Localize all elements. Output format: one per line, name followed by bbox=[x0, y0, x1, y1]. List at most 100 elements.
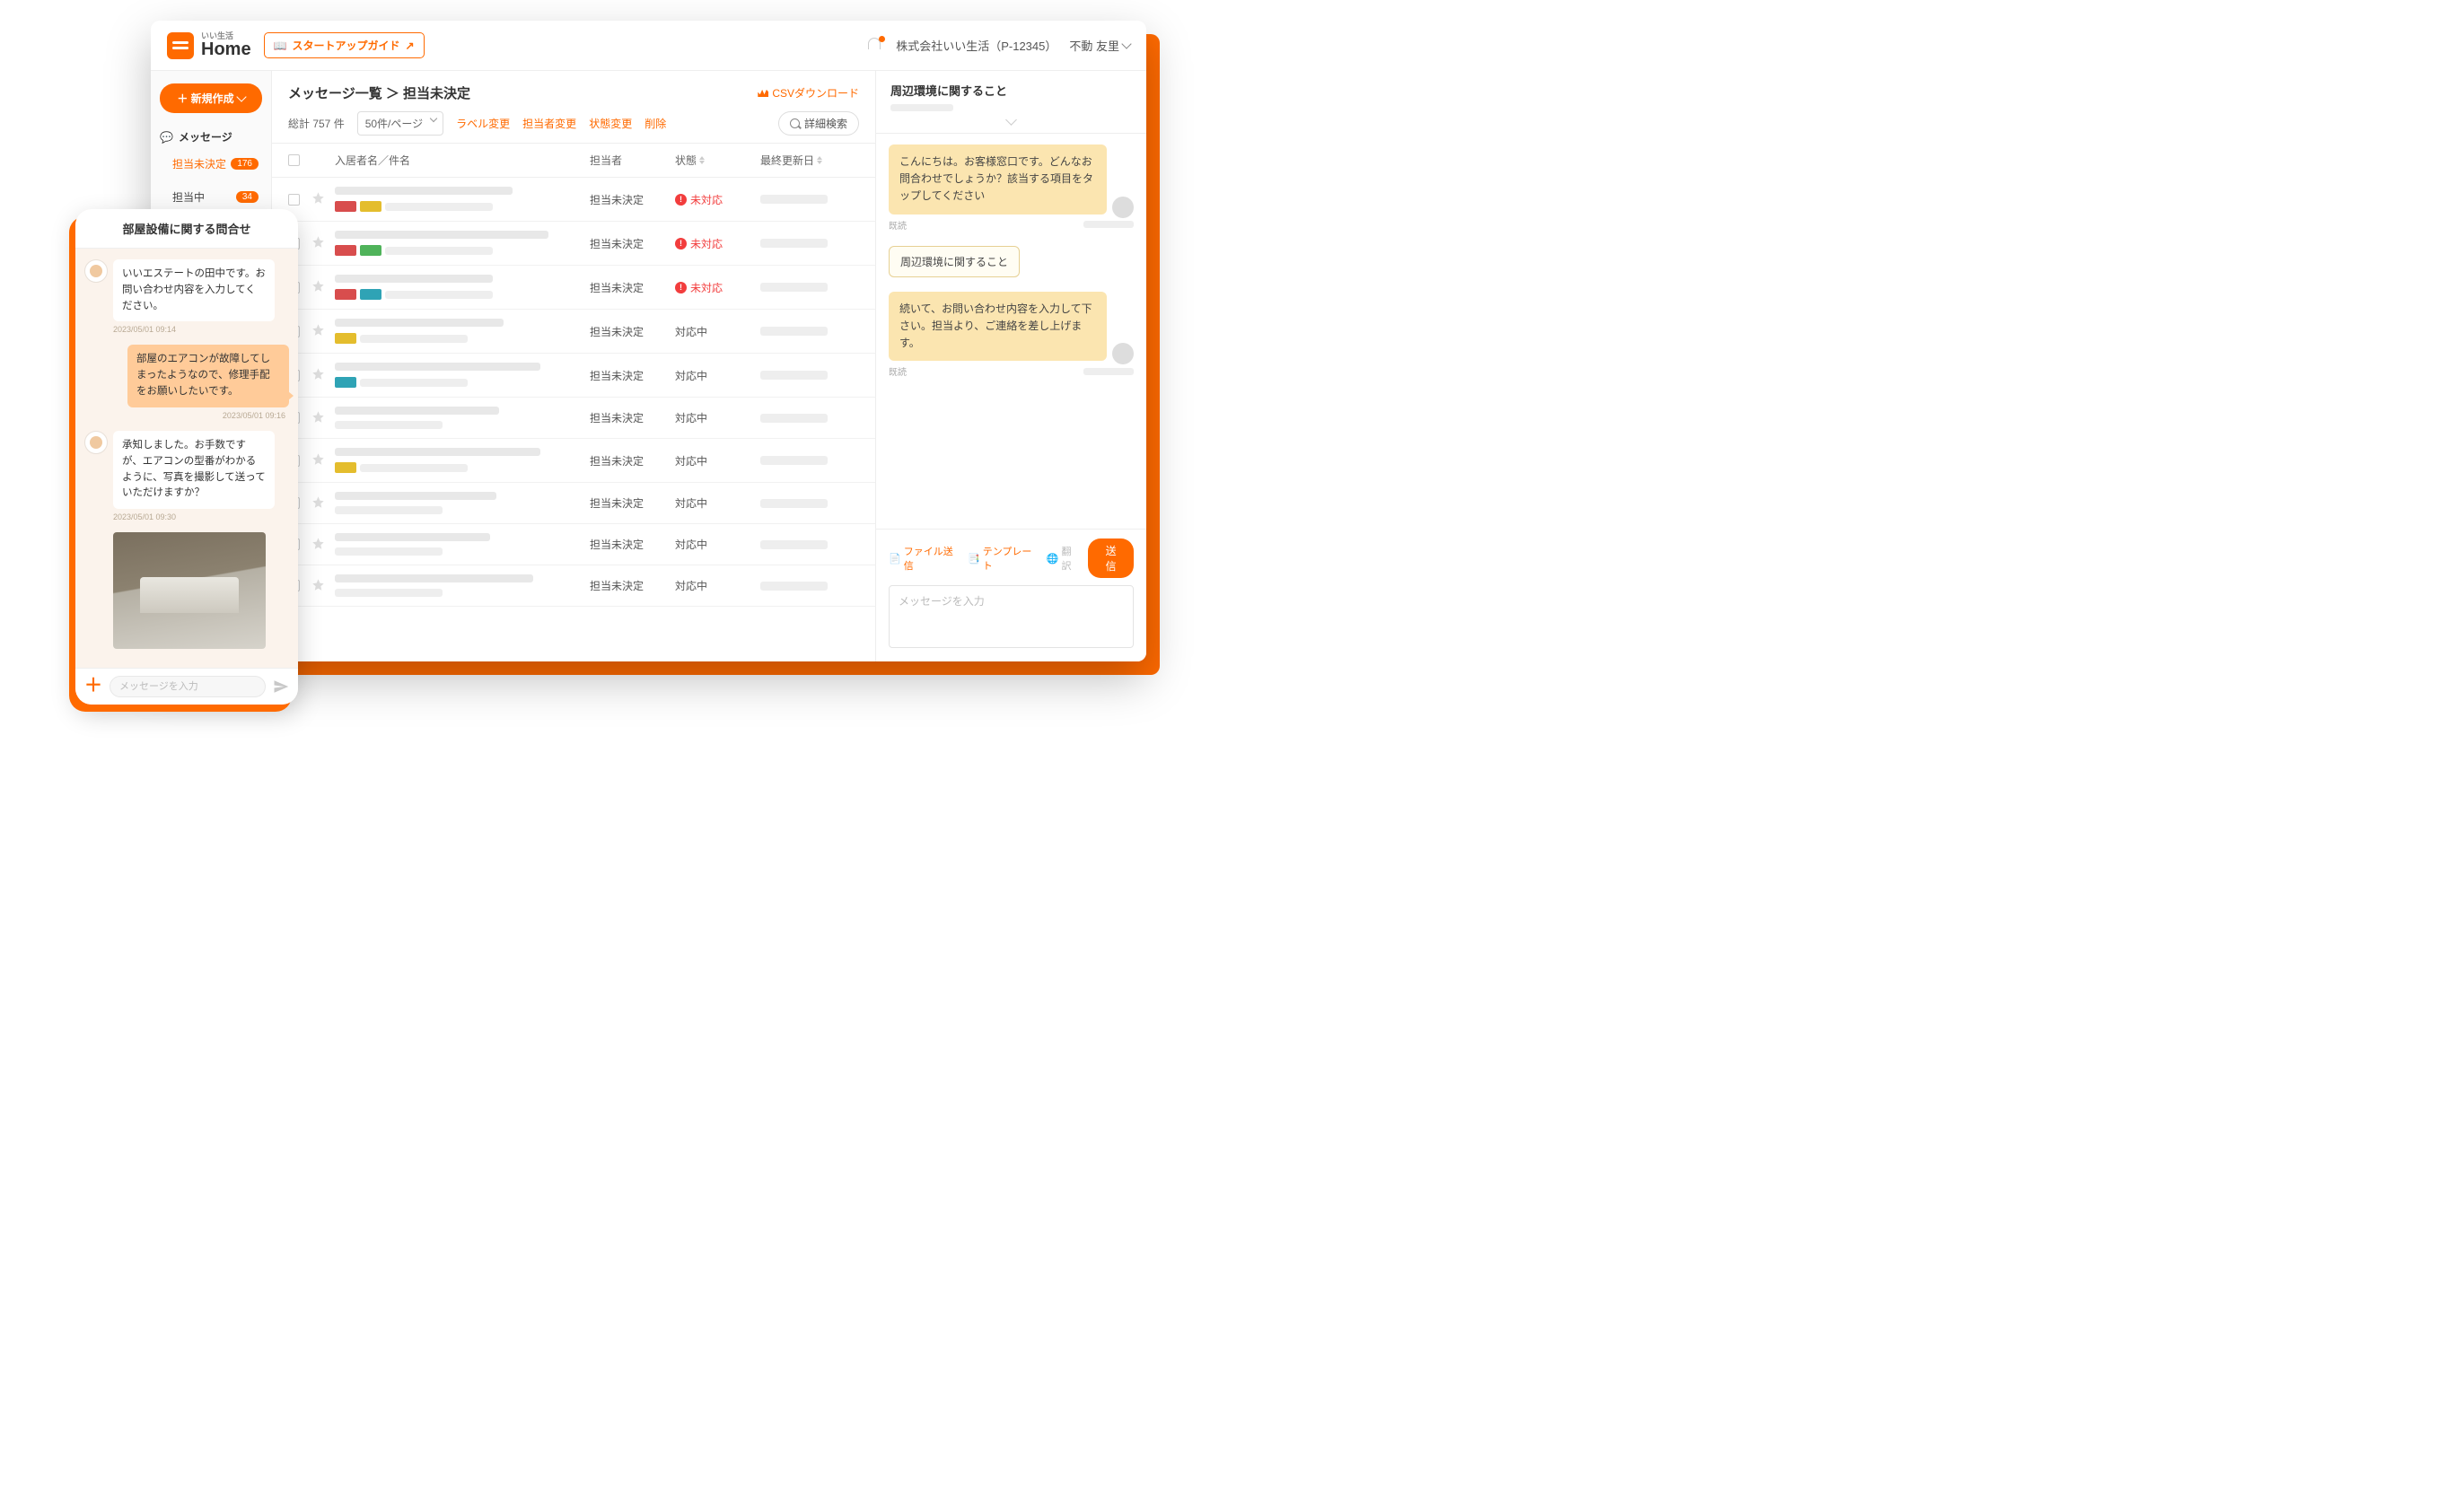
sort-icon bbox=[817, 156, 822, 164]
choice-chip[interactable]: 周辺環境に関すること bbox=[889, 246, 1020, 277]
table-row[interactable]: 担当未決定 対応中 bbox=[272, 310, 875, 354]
file-upload-link[interactable]: 📄 ファイル送信 bbox=[889, 544, 959, 573]
startup-guide-button[interactable]: 📖 スタートアップガイド ↗ bbox=[264, 32, 425, 58]
star-icon[interactable] bbox=[311, 456, 325, 468]
name-cell bbox=[335, 363, 590, 388]
updated-cell bbox=[760, 540, 859, 549]
chat-icon: 💬 bbox=[160, 131, 173, 144]
system-message: こんにちは。お客様窓口です。どんなお問合わせでしょうか？該当する項目をタップして… bbox=[889, 144, 1107, 215]
mobile-preview: 部屋設備に関する問合せ いいエステートの田中です。お問い合わせ内容を入力してくだ… bbox=[75, 209, 298, 705]
translate-link[interactable]: 🌐 翻訳 bbox=[1047, 544, 1080, 573]
alert-icon: ! bbox=[675, 194, 687, 206]
message-input[interactable] bbox=[889, 585, 1134, 648]
subject-placeholder bbox=[385, 291, 493, 299]
assignee-cell: 担当未決定 bbox=[590, 453, 675, 468]
name-cell bbox=[335, 448, 590, 473]
per-page-select[interactable]: 50件/ページ bbox=[357, 111, 443, 136]
count-badge: 34 bbox=[236, 191, 259, 203]
updated-cell bbox=[760, 327, 859, 336]
topbar: いい生活 Home 📖 スタートアップガイド ↗ 株式会社いい生活（P-1234… bbox=[151, 21, 1146, 71]
read-label: 既読 bbox=[889, 218, 907, 232]
label-tag bbox=[335, 333, 356, 344]
advanced-search-button[interactable]: 詳細検索 bbox=[778, 111, 859, 136]
attachment-image[interactable] bbox=[113, 532, 266, 649]
col-name: 入居者名／件名 bbox=[335, 153, 590, 168]
select-all-checkbox[interactable] bbox=[288, 154, 300, 166]
table-row[interactable]: 担当未決定 !未対応 bbox=[272, 266, 875, 310]
chat-bubble: 部屋のエアコンが故障してしまったようなので、修理手配をお願いしたいです。 bbox=[127, 345, 289, 407]
title-placeholder bbox=[335, 407, 499, 415]
send-button[interactable]: 送信 bbox=[1088, 538, 1134, 578]
col-updated[interactable]: 最終更新日 bbox=[760, 153, 859, 168]
table-row[interactable]: 担当未決定 !未対応 bbox=[272, 178, 875, 222]
template-link[interactable]: 📑 テンプレート bbox=[968, 544, 1038, 573]
date-placeholder bbox=[760, 283, 828, 292]
csv-download-link[interactable]: CSVダウンロード bbox=[758, 85, 859, 101]
mobile-send-button[interactable] bbox=[273, 679, 289, 695]
table-row[interactable]: 担当未決定 対応中 bbox=[272, 483, 875, 524]
label-tag bbox=[360, 289, 381, 300]
name-cell bbox=[335, 231, 590, 256]
date-placeholder bbox=[760, 371, 828, 380]
table-row[interactable]: 担当未決定 対応中 bbox=[272, 524, 875, 565]
search-icon bbox=[790, 118, 800, 128]
user-menu[interactable]: 不動 友里 bbox=[1069, 37, 1130, 54]
date-placeholder bbox=[760, 540, 828, 549]
chevron-down-icon bbox=[1121, 39, 1131, 48]
title-placeholder bbox=[335, 319, 504, 327]
brand-logo[interactable]: いい生活 Home bbox=[167, 32, 251, 59]
subject-placeholder bbox=[335, 547, 443, 556]
notification-bell-icon[interactable] bbox=[868, 38, 883, 53]
nav-section-messages: 💬 メッセージ 担当未決定 176 担当中 34 bbox=[160, 129, 262, 211]
change-assignee-link[interactable]: 担当者変更 bbox=[522, 116, 576, 131]
star-icon[interactable] bbox=[311, 371, 325, 383]
timestamp-placeholder bbox=[1083, 221, 1134, 228]
expand-toggle[interactable] bbox=[890, 115, 1132, 127]
status-cell: 対応中 bbox=[675, 495, 760, 511]
chevron-down-icon bbox=[236, 92, 246, 101]
startup-guide-label: スタートアップガイド bbox=[293, 38, 400, 53]
table-row[interactable]: 担当未決定 対応中 bbox=[272, 354, 875, 398]
sidebar-item-unassigned[interactable]: 担当未決定 176 bbox=[160, 150, 262, 178]
subject-placeholder bbox=[360, 464, 468, 472]
col-status[interactable]: 状態 bbox=[675, 153, 760, 168]
file-icon: 📄 bbox=[889, 553, 901, 565]
star-icon[interactable] bbox=[311, 540, 325, 553]
updated-cell bbox=[760, 414, 859, 423]
star-icon[interactable] bbox=[311, 414, 325, 426]
new-button[interactable]: ＋ 新規作成 bbox=[160, 83, 262, 113]
delete-link[interactable]: 削除 bbox=[644, 116, 666, 131]
mobile-message-input[interactable] bbox=[110, 676, 266, 697]
subject-placeholder bbox=[335, 589, 443, 597]
table-row[interactable]: 担当未決定 対応中 bbox=[272, 565, 875, 607]
avatar-icon bbox=[1112, 197, 1134, 218]
star-icon[interactable] bbox=[311, 195, 325, 207]
row-checkbox[interactable] bbox=[288, 194, 300, 206]
table-row[interactable]: 担当未決定 対応中 bbox=[272, 398, 875, 439]
table-row[interactable]: 担当未決定 !未対応 bbox=[272, 222, 875, 266]
chat-footer: 📄 ファイル送信 📑 テンプレート 🌐 翻訳 送信 bbox=[876, 529, 1146, 661]
sidebar-item-assigned[interactable]: 担当中 34 bbox=[160, 183, 262, 211]
updated-cell bbox=[760, 239, 859, 248]
change-label-link[interactable]: ラベル変更 bbox=[456, 116, 510, 131]
star-icon[interactable] bbox=[311, 239, 325, 251]
star-icon[interactable] bbox=[311, 327, 325, 339]
read-label: 既読 bbox=[889, 364, 907, 378]
mobile-title: 部屋設備に関する問合せ bbox=[75, 209, 298, 249]
add-attachment-button[interactable]: ＋ bbox=[84, 678, 102, 696]
star-icon[interactable] bbox=[311, 283, 325, 295]
avatar-icon bbox=[84, 259, 108, 283]
chat-detail-panel: 周辺環境に関すること こんにちは。お客様窓口です。どんなお問合わせでしょうか？該… bbox=[875, 71, 1146, 661]
assignee-cell: 担当未決定 bbox=[590, 368, 675, 383]
nav-section-title[interactable]: 💬 メッセージ bbox=[160, 129, 262, 144]
alert-icon: ! bbox=[675, 238, 687, 250]
crown-icon bbox=[758, 89, 768, 97]
star-icon[interactable] bbox=[311, 499, 325, 512]
name-cell bbox=[335, 533, 590, 556]
star-icon[interactable] bbox=[311, 582, 325, 594]
title-placeholder bbox=[335, 574, 533, 582]
table-row[interactable]: 担当未決定 対応中 bbox=[272, 439, 875, 483]
new-button-label: ＋ 新規作成 bbox=[177, 91, 233, 106]
name-cell bbox=[335, 319, 590, 344]
change-status-link[interactable]: 状態変更 bbox=[589, 116, 632, 131]
